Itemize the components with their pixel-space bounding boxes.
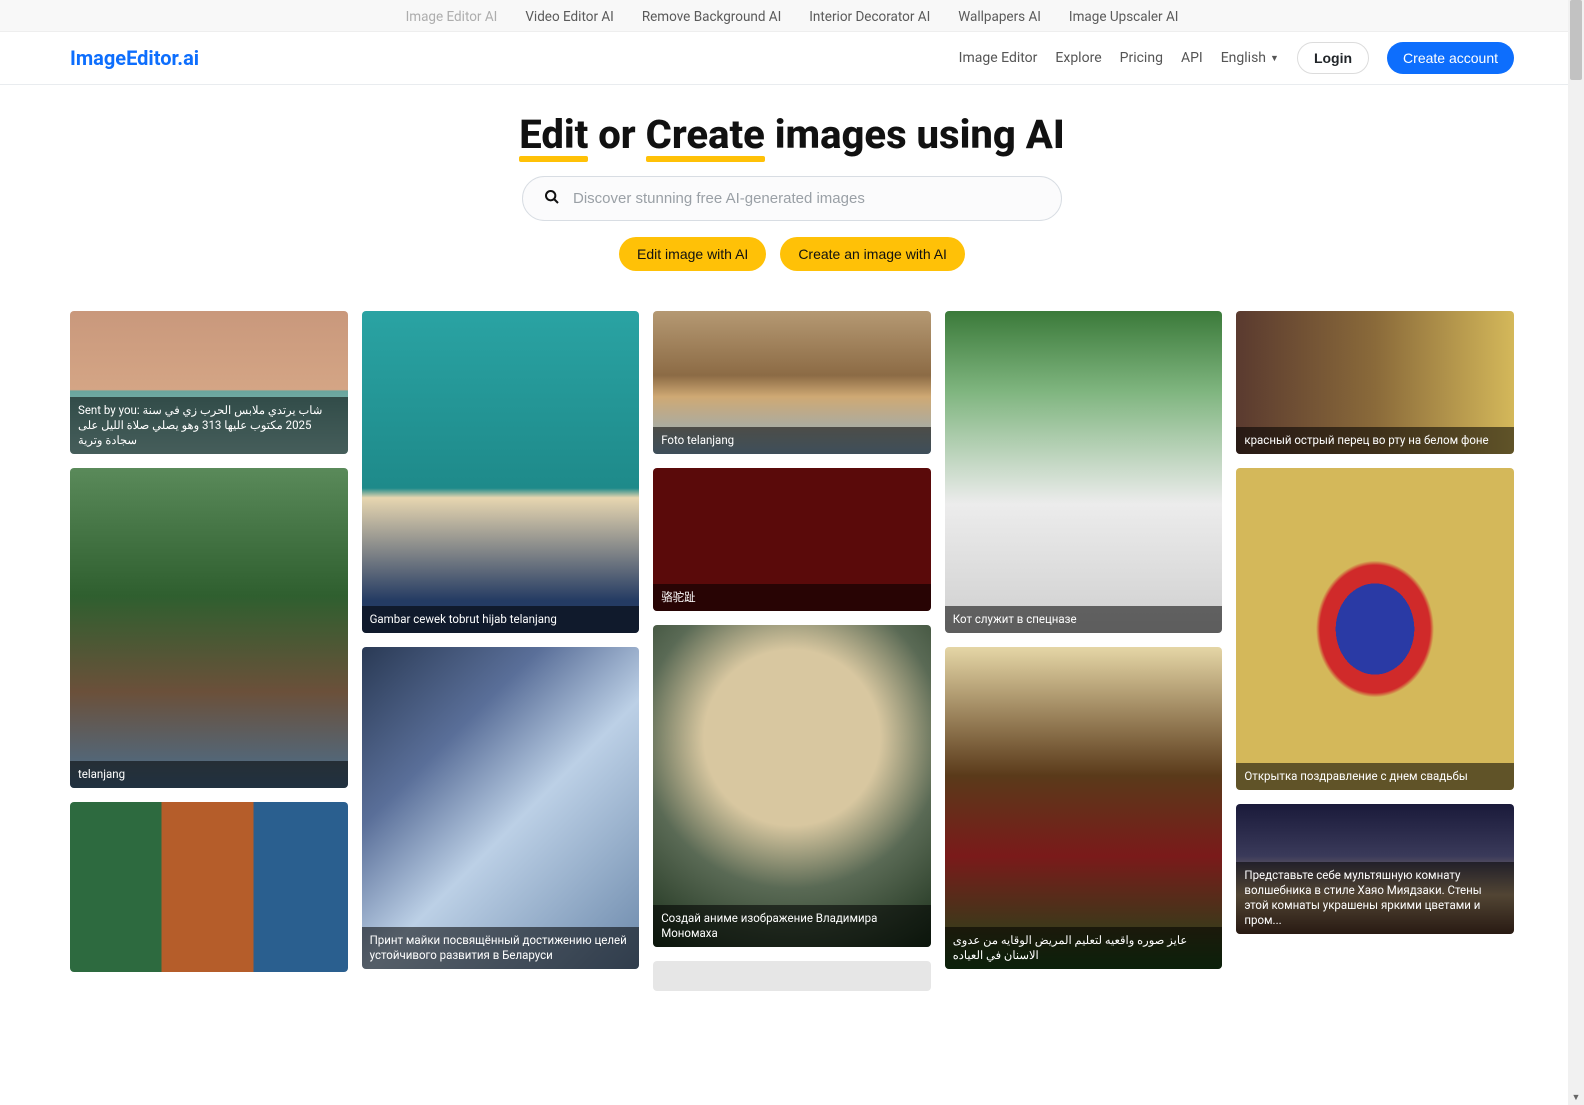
card-caption: красный острый перец во рту на белом фон… <box>1236 427 1514 454</box>
language-label: English <box>1221 50 1266 66</box>
topbar-link-image-editor-ai[interactable]: Image Editor AI <box>406 9 498 25</box>
create-account-button[interactable]: Create account <box>1387 42 1514 74</box>
gallery-col-5: красный острый перец во рту на белом фон… <box>1236 311 1514 991</box>
gallery-card[interactable]: Открытка поздравление с днем свадьбы <box>1236 468 1514 790</box>
gallery-card[interactable]: Создай аниме изображение Владимира Моном… <box>653 625 931 947</box>
navbar-right: Image Editor Explore Pricing API English… <box>959 42 1514 74</box>
gallery-card[interactable]: Принт майки посвящённый достижению целей… <box>362 647 640 969</box>
nav-link-pricing[interactable]: Pricing <box>1120 50 1163 66</box>
card-caption: Кот служит в спецназе <box>945 606 1223 633</box>
gallery-col-1: Sent by you: شاب يرتدي ملابس الحرب زي في… <box>70 311 348 991</box>
hero-actions: Edit image with AI Create an image with … <box>0 237 1584 271</box>
card-caption: Принт майки посвящённый достижению целей… <box>362 927 640 969</box>
scrollbar-down-arrow[interactable]: ▼ <box>1568 1089 1584 1105</box>
edit-image-button[interactable]: Edit image with AI <box>619 237 766 271</box>
scrollbar-thumb[interactable] <box>1570 0 1582 80</box>
gallery-card[interactable]: Gambar cewek tobrut hijab telanjang <box>362 311 640 633</box>
gallery-col-2: Gambar cewek tobrut hijab telanjang Прин… <box>362 311 640 991</box>
top-navigation: Image Editor AI Video Editor AI Remove B… <box>0 0 1584 32</box>
topbar-link-remove-background-ai[interactable]: Remove Background AI <box>642 9 781 25</box>
card-caption: Sent by you: شاب يرتدي ملابس الحرب زي في… <box>70 397 348 454</box>
vertical-scrollbar[interactable]: ▲ ▼ <box>1568 0 1584 1105</box>
card-caption: telanjang <box>70 761 348 788</box>
search-input[interactable] <box>522 176 1062 221</box>
gallery-col-3: Foto telanjang 骆驼趾 Создай аниме изображе… <box>653 311 931 991</box>
topbar-link-image-upscaler-ai[interactable]: Image Upscaler AI <box>1069 9 1179 25</box>
gallery-card[interactable]: 骆驼趾 <box>653 468 931 611</box>
gallery-card[interactable]: красный острый перец во рту на белом фон… <box>1236 311 1514 454</box>
gallery-card[interactable]: Кот служит в спецназе <box>945 311 1223 633</box>
topbar-link-wallpapers-ai[interactable]: Wallpapers AI <box>958 9 1041 25</box>
gallery-card[interactable]: Foto telanjang <box>653 311 931 454</box>
hero-word-edit: Edit <box>519 111 588 158</box>
search-icon <box>544 189 560 209</box>
card-caption: Представьте себе мультяшную комнату волш… <box>1236 862 1514 934</box>
topbar-link-interior-decorator-ai[interactable]: Interior Decorator AI <box>809 9 930 25</box>
gallery-card[interactable] <box>70 802 348 972</box>
nav-link-explore[interactable]: Explore <box>1055 50 1101 66</box>
nav-link-image-editor[interactable]: Image Editor <box>959 50 1038 66</box>
card-caption: Gambar cewek tobrut hijab telanjang <box>362 606 640 633</box>
card-caption: Открытка поздравление с днем свадьбы <box>1236 763 1514 790</box>
card-caption: Создай аниме изображение Владимира Моном… <box>653 905 931 947</box>
gallery-card[interactable]: عايز صوره واقعيه لتعليم المريض الوقايه م… <box>945 647 1223 969</box>
main-navbar: ImageEditor.ai Image Editor Explore Pric… <box>0 32 1584 85</box>
card-caption: Foto telanjang <box>653 427 931 454</box>
gallery-col-4: Кот служит в спецназе عايز صوره واقعيه ل… <box>945 311 1223 991</box>
topbar-link-video-editor-ai[interactable]: Video Editor AI <box>525 9 614 25</box>
brand-logo[interactable]: ImageEditor.ai <box>70 46 199 70</box>
create-image-button[interactable]: Create an image with AI <box>780 237 965 271</box>
gallery-card[interactable]: Sent by you: شاب يرتدي ملابس الحرب زي في… <box>70 311 348 454</box>
gallery-card[interactable] <box>653 961 931 991</box>
language-selector[interactable]: English ▼ <box>1221 50 1279 66</box>
hero-word-create: Create <box>646 111 765 158</box>
image-gallery: Sent by you: شاب يرتدي ملابس الحرب زي في… <box>0 311 1584 1021</box>
chevron-down-icon: ▼ <box>1270 53 1279 64</box>
card-caption: 骆驼趾 <box>653 584 931 611</box>
nav-link-api[interactable]: API <box>1181 50 1203 66</box>
hero: Edit or Create images using AI Edit imag… <box>0 85 1584 311</box>
search-container <box>522 176 1062 221</box>
gallery-card[interactable]: telanjang <box>70 468 348 788</box>
gallery-card[interactable]: Представьте себе мультяшную комнату волш… <box>1236 804 1514 934</box>
hero-title: Edit or Create images using AI <box>519 111 1064 158</box>
card-caption: عايز صوره واقعيه لتعليم المريض الوقايه م… <box>945 927 1223 969</box>
login-button[interactable]: Login <box>1297 42 1369 74</box>
